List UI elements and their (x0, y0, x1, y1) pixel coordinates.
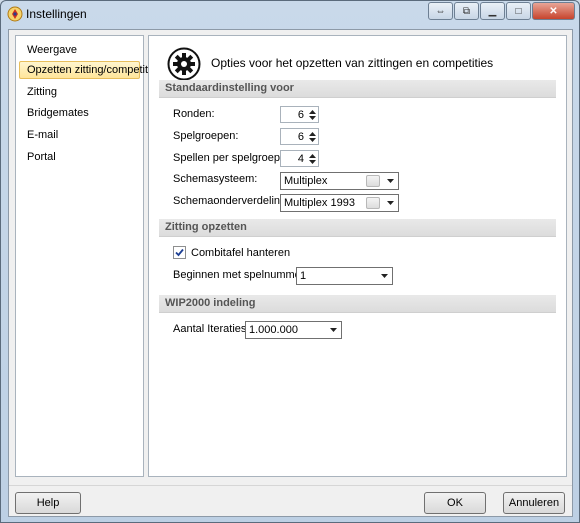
rounds-label: Ronden: (173, 108, 215, 120)
combitafel-label[interactable]: Combitafel hanteren (191, 247, 290, 259)
footer-divider (9, 485, 572, 486)
start-number-value: 1 (300, 270, 307, 282)
rounds-value: 6 (297, 108, 304, 121)
groups-value: 6 (297, 130, 304, 143)
restore-icon[interactable]: ⧉ (454, 2, 479, 20)
start-number-select[interactable]: 1 (296, 267, 393, 285)
settings-panel: Opties voor het opzetten van zittingen e… (148, 35, 567, 477)
help-button[interactable]: Help (15, 492, 81, 514)
rounds-stepper[interactable]: 6 (280, 106, 319, 123)
groups-label: Spelgroepen: (173, 130, 239, 142)
subdivision-label: Schemaonderverdeling: (173, 195, 290, 207)
subdivision-edit-button[interactable] (366, 197, 380, 209)
combitafel-checkbox[interactable] (173, 246, 186, 259)
groups-stepper[interactable]: 6 (280, 128, 319, 145)
iterations-value: 1.000.000 (249, 324, 298, 336)
chevron-down-icon[interactable] (378, 268, 390, 284)
iterations-select[interactable]: 1.000.000 (245, 321, 342, 339)
ok-button[interactable]: OK (424, 492, 486, 514)
sidebar-item-bridgemates[interactable]: Bridgemates (19, 104, 89, 122)
window-controls: ⇔ ⧉ ▁ □ ✕ (428, 2, 575, 20)
spin-arrows-icon[interactable] (306, 151, 318, 166)
gear-icon (167, 47, 201, 81)
chevron-down-icon[interactable] (384, 173, 396, 189)
scheme-value: Multiplex (284, 175, 328, 187)
games-label: Spellen per spelgroep: (173, 152, 284, 164)
games-stepper[interactable]: 4 (280, 150, 319, 167)
sidebar-item-weergave[interactable]: Weergave (19, 41, 77, 59)
section-wip2000: WIP2000 indeling (159, 295, 556, 313)
spin-arrows-icon[interactable] (306, 107, 318, 122)
cancel-button[interactable]: Annuleren (503, 492, 565, 514)
page-title: Opties voor het opzetten van zittingen e… (211, 56, 494, 70)
iterations-label: Aantal Iteraties: (173, 323, 250, 335)
window-title: Instellingen (26, 7, 87, 21)
scheme-select[interactable]: Multiplex (280, 172, 399, 190)
scheme-label: Schemasysteem: (173, 173, 258, 185)
back-forward-icon[interactable]: ⇔ (428, 2, 453, 20)
checkmark-icon (175, 248, 184, 257)
dialog-body: Weergave Opzetten zitting/competitie Zit… (8, 29, 573, 517)
settings-window: Instellingen ⇔ ⧉ ▁ □ ✕ Weergave Opzetten… (0, 0, 580, 523)
games-value: 4 (297, 152, 304, 165)
scheme-edit-button[interactable] (366, 175, 380, 187)
section-zitting-opzetten: Zitting opzetten (159, 219, 556, 237)
close-button[interactable]: ✕ (532, 2, 575, 20)
start-number-label: Beginnen met spelnummer: (173, 269, 308, 281)
chevron-down-icon[interactable] (384, 195, 396, 211)
settings-sidebar: Weergave Opzetten zitting/competitie Zit… (15, 35, 157, 477)
maximize-button[interactable]: □ (506, 2, 531, 20)
sidebar-item-opzetten[interactable]: Opzetten zitting/competitie (19, 61, 157, 79)
chevron-down-icon[interactable] (327, 322, 339, 338)
title-bar: Instellingen ⇔ ⧉ ▁ □ ✕ (1, 1, 579, 27)
subdivision-value: Multiplex 1993 (284, 197, 355, 209)
sidebar-item-zitting[interactable]: Zitting (19, 83, 57, 101)
minimize-button[interactable]: ▁ (480, 2, 505, 20)
section-standaardinstelling: Standaardinstelling voor (159, 80, 556, 98)
sidebar-item-email[interactable]: E-mail (19, 126, 58, 144)
suit-logo-icon (7, 6, 23, 22)
subdivision-select[interactable]: Multiplex 1993 (280, 194, 399, 212)
spin-arrows-icon[interactable] (306, 129, 318, 144)
sidebar-item-portal[interactable]: Portal (19, 148, 56, 166)
